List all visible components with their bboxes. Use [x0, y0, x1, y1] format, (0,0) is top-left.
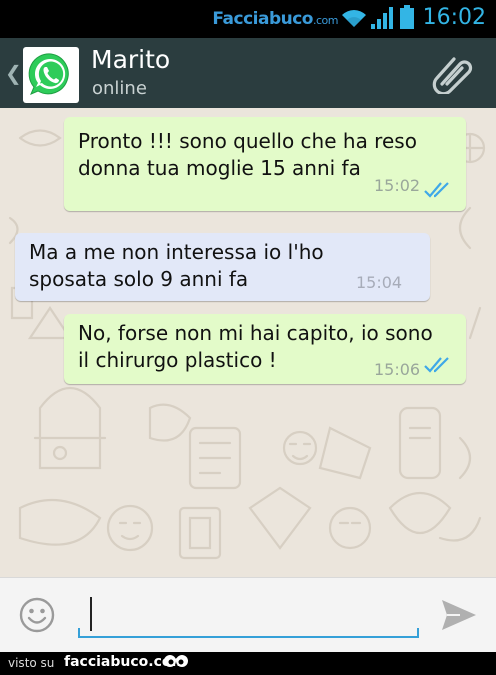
eyes-logo-icon: [164, 655, 188, 667]
facciabuco-footer: visto su facciabuco.com: [0, 652, 496, 675]
text-caret: [90, 597, 92, 631]
message-input-bar: [0, 577, 496, 652]
battery-icon: [400, 5, 414, 29]
clock: 16:02: [422, 5, 486, 30]
contact-status: online: [92, 78, 147, 99]
read-ticks-icon: [424, 182, 449, 198]
message-bubble-outgoing[interactable]: No, forse non mi hai capito, io sono il …: [64, 314, 466, 384]
paperclip-icon[interactable]: [432, 54, 476, 94]
message-text: Pronto !!! sono quello che ha reso donna…: [78, 129, 417, 180]
message-input[interactable]: [78, 593, 419, 638]
footer-prefix: visto su: [8, 656, 55, 670]
wifi-icon: [342, 10, 366, 27]
status-bar: Facciabuco.com 16:02: [0, 0, 496, 38]
avatar[interactable]: [23, 47, 79, 103]
watermark-suffix: .com: [313, 14, 339, 27]
chevron-left-icon[interactable]: ❮: [5, 61, 22, 85]
message-input-field[interactable]: [84, 595, 404, 633]
watermark-brand: Facciabuco: [212, 9, 313, 29]
chat-area[interactable]: Pronto !!! sono quello che ha reso donna…: [0, 108, 496, 577]
smiley-icon[interactable]: [19, 597, 55, 633]
facciabuco-watermark: Facciabuco.com: [212, 9, 338, 29]
chat-header: ❮ Marito online: [0, 38, 496, 108]
message-time: 15:02: [374, 176, 421, 195]
contact-name[interactable]: Marito: [91, 45, 170, 74]
message-bubble-outgoing[interactable]: Pronto !!! sono quello che ha reso donna…: [64, 117, 466, 211]
message-time: 15:06: [374, 360, 421, 379]
message-bubble-incoming[interactable]: Ma a me non interessa io l'ho sposata so…: [15, 233, 430, 301]
read-ticks-icon: [424, 357, 449, 373]
message-time: 15:04: [356, 273, 403, 292]
message-text: Ma a me non interessa io l'ho sposata so…: [29, 240, 324, 291]
whatsapp-logo: [28, 53, 69, 95]
signal-icon: [371, 7, 393, 29]
send-icon[interactable]: [440, 598, 478, 632]
